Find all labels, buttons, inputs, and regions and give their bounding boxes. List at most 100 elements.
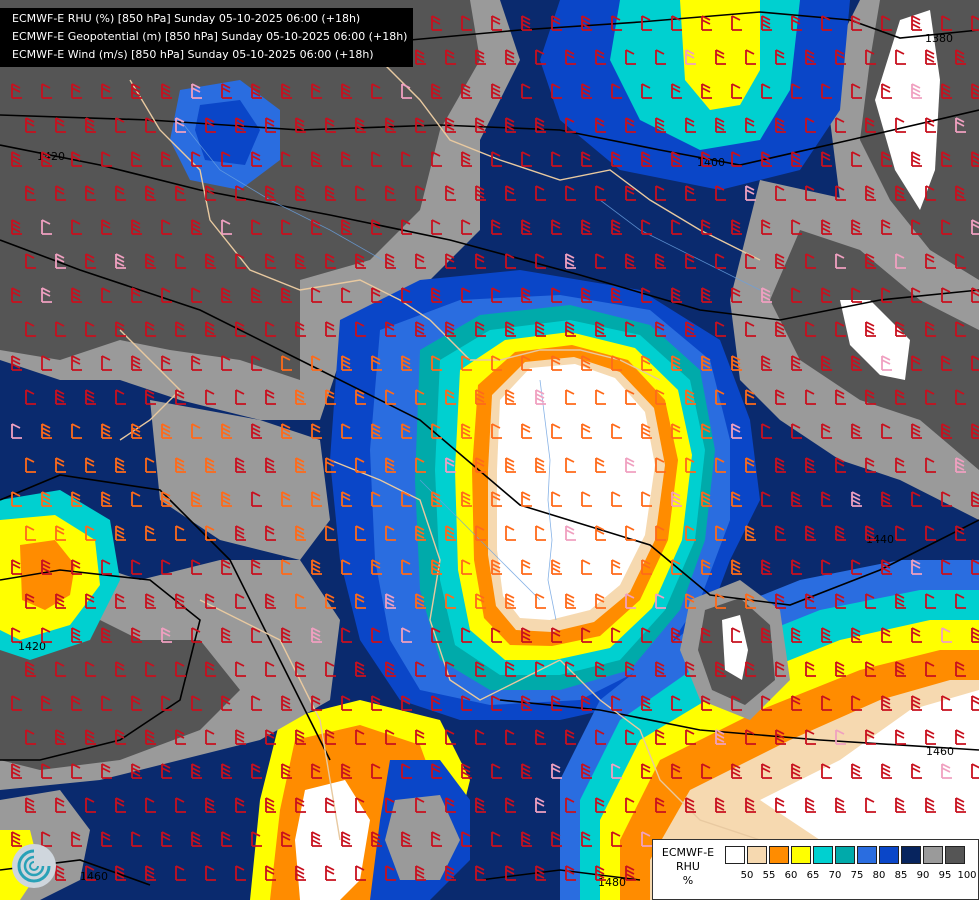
wind-barb [745,49,756,65]
wind-barb [101,287,112,303]
wind-barb [235,185,246,201]
wind-barb [175,389,186,405]
wind-barb [161,491,172,507]
wind-barb [401,151,412,167]
wind-barb [295,457,306,473]
wind-barb [175,117,186,133]
wind-barb [641,15,652,31]
wind-barb [445,457,456,473]
wind-barb [145,321,156,337]
wind-barb [325,661,336,677]
wind-barb [535,593,546,609]
wind-barb [521,831,532,847]
wind-barb [71,831,82,847]
wind-barb [431,831,442,847]
wind-barb [265,185,276,201]
wind-barb [161,695,172,711]
wind-barb [775,729,786,745]
wind-barb [595,49,606,65]
wind-barb [551,151,562,167]
wind-barb [701,559,712,575]
legend-title-unit: % [682,874,694,887]
wind-barb [385,525,396,541]
wind-barb [85,457,96,473]
wind-barb [341,763,352,779]
wind-barb [281,763,292,779]
wind-barb [595,729,606,745]
wind-barb [865,661,876,677]
wind-barb [295,321,306,337]
wind-barb [491,219,502,235]
wind-barb [265,457,276,473]
wind-barb [371,559,382,575]
wind-barb [355,661,366,677]
legend-tick-label: 75 [850,870,864,881]
wind-barb [85,865,96,881]
wind-barb [625,49,636,65]
wind-barb [595,389,606,405]
wind-barb [295,593,306,609]
wind-barb [161,151,172,167]
wind-barb [71,559,82,575]
wind-barb [521,287,532,303]
wind-barb [461,559,472,575]
wind-barb [565,253,576,269]
wind-barb [821,219,832,235]
wind-barb [565,661,576,677]
wind-barb [101,151,112,167]
wind-barb [595,185,606,201]
wind-barb [895,185,906,201]
wind-barb [881,83,892,99]
wind-barb [581,15,592,31]
wind-barb [25,661,36,677]
wind-barb [821,151,832,167]
wind-barb [25,457,36,473]
wind-barb [415,49,426,65]
wind-barb [881,423,892,439]
wind-barb [11,83,22,99]
wind-barb [581,355,592,371]
wind-barb [671,219,682,235]
wind-barb [311,219,322,235]
wind-barb [461,287,472,303]
wind-barb [535,117,546,133]
wind-barb [595,661,606,677]
wind-barb [731,83,742,99]
wind-barb [175,797,186,813]
wind-barb [461,763,472,779]
wind-barb [41,559,52,575]
wind-barb [565,593,576,609]
wind-barb [41,423,52,439]
wind-barb [821,355,832,371]
wind-barb [281,559,292,575]
wind-barb [955,253,966,269]
wind-barb [175,593,186,609]
wind-barb [311,831,322,847]
wind-barb [221,423,232,439]
legend-tick-label: 95 [938,870,952,881]
wind-barb [791,695,802,711]
wind-barb [251,763,262,779]
wind-barb [581,695,592,711]
wind-barb [311,423,322,439]
wind-barb [295,525,306,541]
wind-barb [911,151,922,167]
wind-barb [145,865,156,881]
wind-barb [805,661,816,677]
wind-barb [971,287,979,303]
wind-barb [11,763,22,779]
wind-barb [115,865,126,881]
wind-barb [205,525,216,541]
wind-barb [881,151,892,167]
wind-barb [25,797,36,813]
legend-swatch [747,846,767,864]
wind-barb [701,219,712,235]
wind-barb [925,593,936,609]
wind-barb [281,219,292,235]
wind-barb [745,729,756,745]
wind-barb [851,763,862,779]
wind-barb [25,253,36,269]
wind-barb [115,729,126,745]
wind-barb [265,321,276,337]
wind-barb [805,797,816,813]
